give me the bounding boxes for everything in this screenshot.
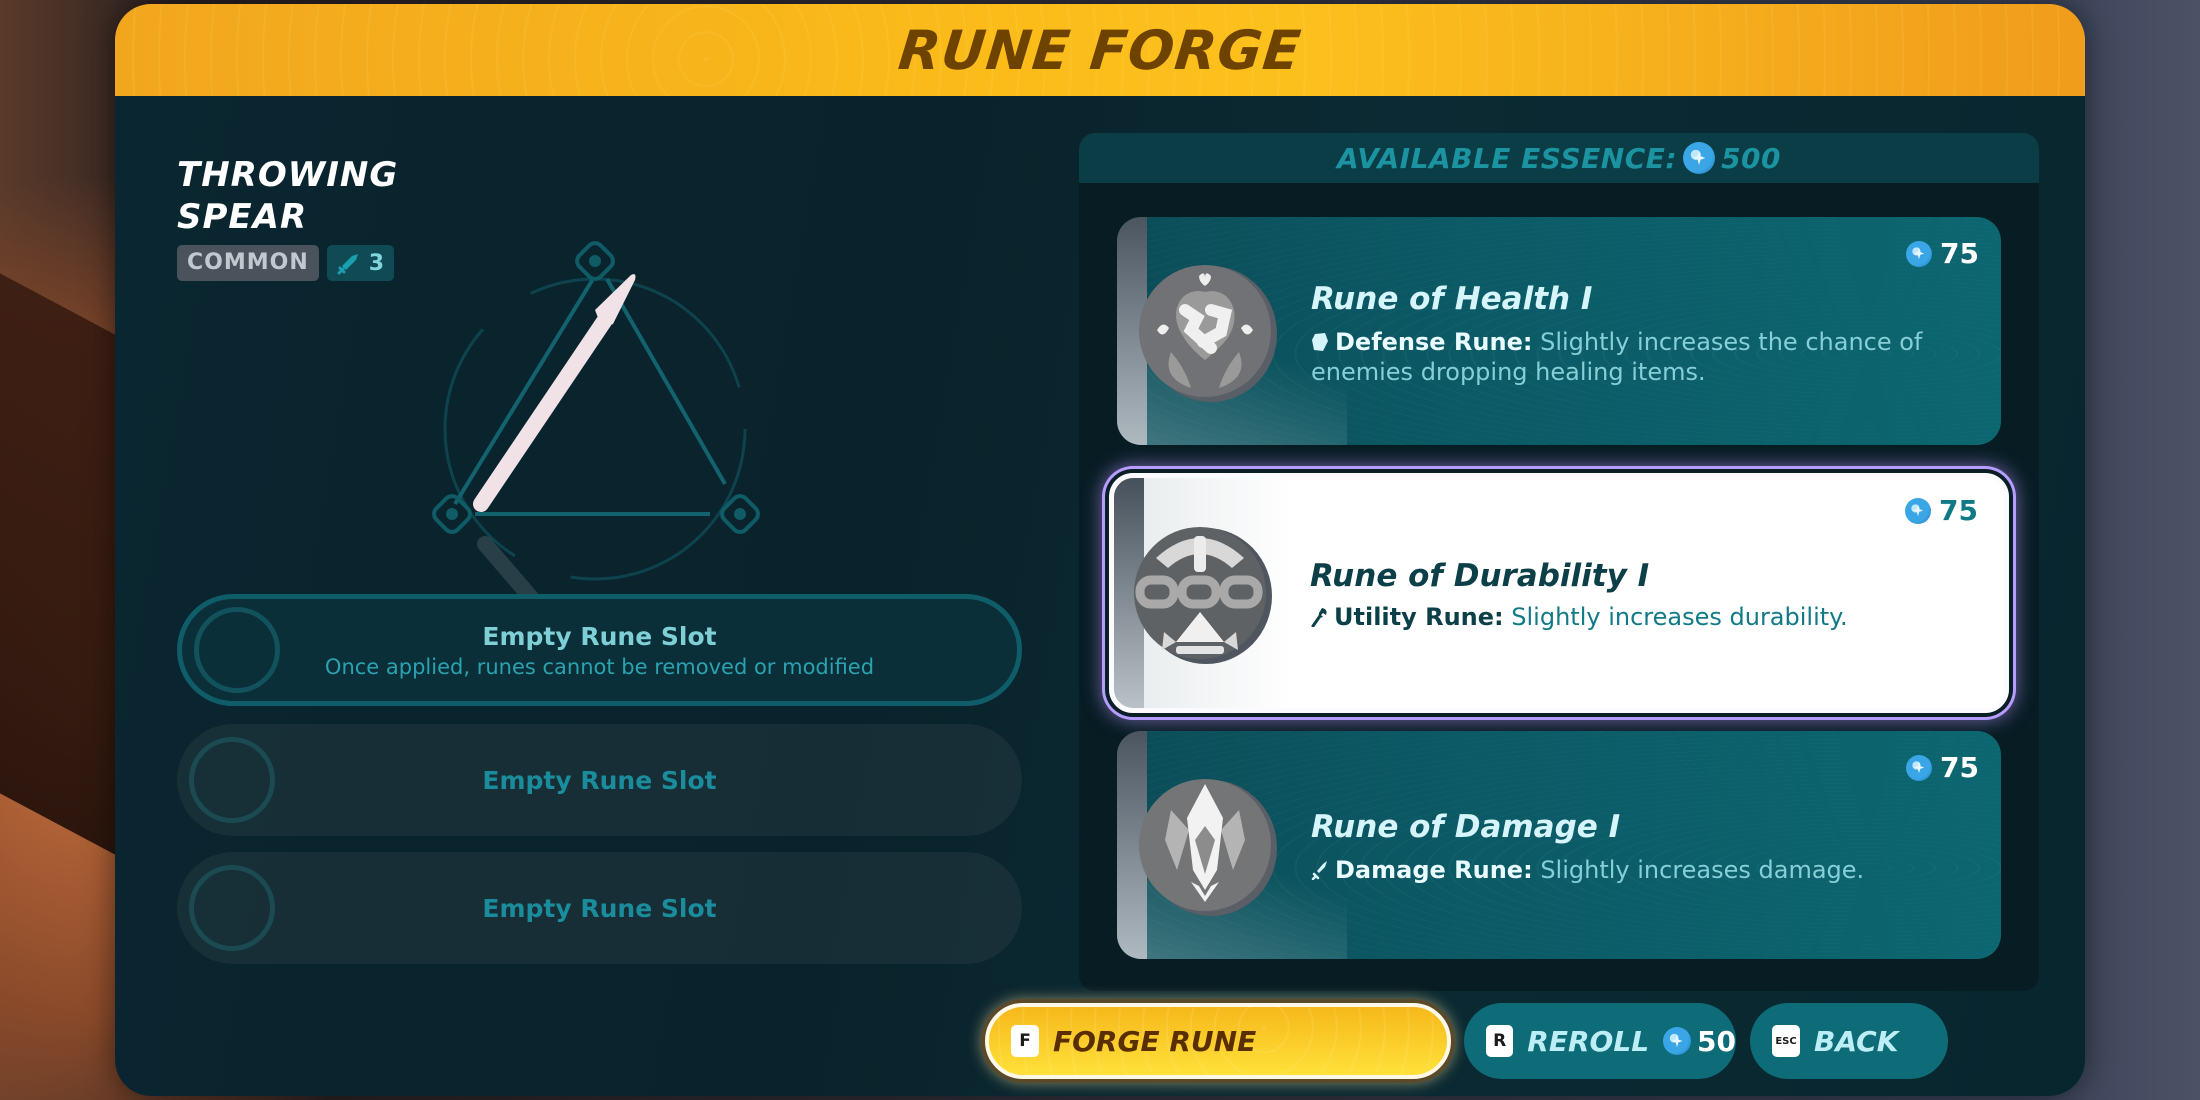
forge-rune-label: FORGE RUNE <box>1053 1024 1257 1058</box>
rarity-badge: COMMON <box>177 245 319 281</box>
key-hint-r: R <box>1486 1025 1514 1057</box>
rune-effect: Slightly increases damage. <box>1540 856 1865 884</box>
slot-subtitle: Once applied, runes cannot be removed or… <box>324 654 875 679</box>
essence-display: AVAILABLE ESSENCE: 500 <box>1079 133 2039 183</box>
essence-coin-icon <box>1683 142 1716 174</box>
reroll-label: REROLL <box>1527 1024 1650 1058</box>
essence-value: 500 <box>1721 141 1782 175</box>
sword-icon <box>1311 861 1327 880</box>
rune-cost: 75 <box>1906 751 1979 784</box>
rune-category: Utility Rune: <box>1334 603 1504 631</box>
essence-coin-icon <box>1663 1027 1692 1055</box>
rune-name: Rune of Damage I <box>1311 809 1621 845</box>
back-button[interactable]: ESC BACK <box>1750 1003 1948 1079</box>
tier-value: 3 <box>368 250 385 276</box>
sword-icon <box>337 254 358 275</box>
essence-coin-icon <box>1906 240 1933 267</box>
rune-effect: Slightly increases durability. <box>1511 603 1848 631</box>
rune-card-durability[interactable]: 75 Rune of Durability I Utility Rune: Sl… <box>1109 473 2009 713</box>
rune-name: Rune of Durability I <box>1310 558 1650 594</box>
slot-ring-icon <box>194 607 280 693</box>
shield-icon <box>1312 333 1328 351</box>
key-hint-esc: ESC <box>1772 1025 1800 1057</box>
rune-choices: AVAILABLE ESSENCE: 500 75 Rune of Health <box>1079 133 2039 991</box>
slot-ring-icon <box>189 737 275 823</box>
rune-cost: 75 <box>1905 494 1978 527</box>
key-hint-f: F <box>1011 1025 1039 1057</box>
rune-category: Defense Rune: <box>1335 328 1533 356</box>
forge-rune-button[interactable]: F FORGE RUNE <box>985 1003 1451 1079</box>
rune-name: Rune of Health I <box>1311 281 1593 317</box>
rune-slot-2[interactable]: Empty Rune Slot <box>177 724 1022 836</box>
health-rune-icon <box>1139 265 1277 402</box>
weapon-preview <box>432 241 760 614</box>
back-label: BACK <box>1814 1024 1899 1058</box>
slot-title: Empty Rune Slot <box>482 621 717 651</box>
spear-icon <box>473 274 636 614</box>
reroll-cost: 50 <box>1663 1025 1736 1058</box>
rune-description: Damage Rune: Slightly increases damage. <box>1311 855 1961 885</box>
durability-rune-icon <box>1134 527 1272 664</box>
reroll-button[interactable]: R REROLL 50 <box>1464 1003 1736 1079</box>
rune-category: Damage Rune: <box>1335 856 1533 884</box>
rune-forge-panel: RUNE FORGE THROWING SPEAR COMMON 3 Empty… <box>115 4 2085 1096</box>
tier-badge: 3 <box>326 245 395 281</box>
slot-title: Empty Rune Slot <box>482 765 717 795</box>
page-title: RUNE FORGE <box>895 18 1305 82</box>
slot-ring-icon <box>189 865 275 951</box>
wrench-icon <box>1311 608 1327 627</box>
item-badges: COMMON 3 <box>177 245 395 281</box>
essence-coin-icon <box>1906 754 1933 781</box>
damage-rune-icon <box>1139 779 1277 916</box>
rune-description: Utility Rune: Slightly increases durabil… <box>1310 602 1964 632</box>
rune-slot-3[interactable]: Empty Rune Slot <box>177 852 1022 964</box>
rune-cost: 75 <box>1906 237 1979 270</box>
essence-label: AVAILABLE ESSENCE: <box>1336 141 1678 175</box>
rune-slot-1[interactable]: Empty Rune Slot Once applied, runes cann… <box>177 594 1022 706</box>
essence-coin-icon <box>1905 497 1932 524</box>
rune-description: Defense Rune: Slightly increases the cha… <box>1311 327 1961 387</box>
header-bar: RUNE FORGE <box>115 4 2085 96</box>
rune-card-damage[interactable]: 75 Rune of Damage I Damage Rune: Slightl… <box>1117 731 2001 959</box>
rune-card-health[interactable]: 75 Rune of Health I Defense Rune: Slight… <box>1117 217 2001 445</box>
slot-title: Empty Rune Slot <box>482 893 717 923</box>
